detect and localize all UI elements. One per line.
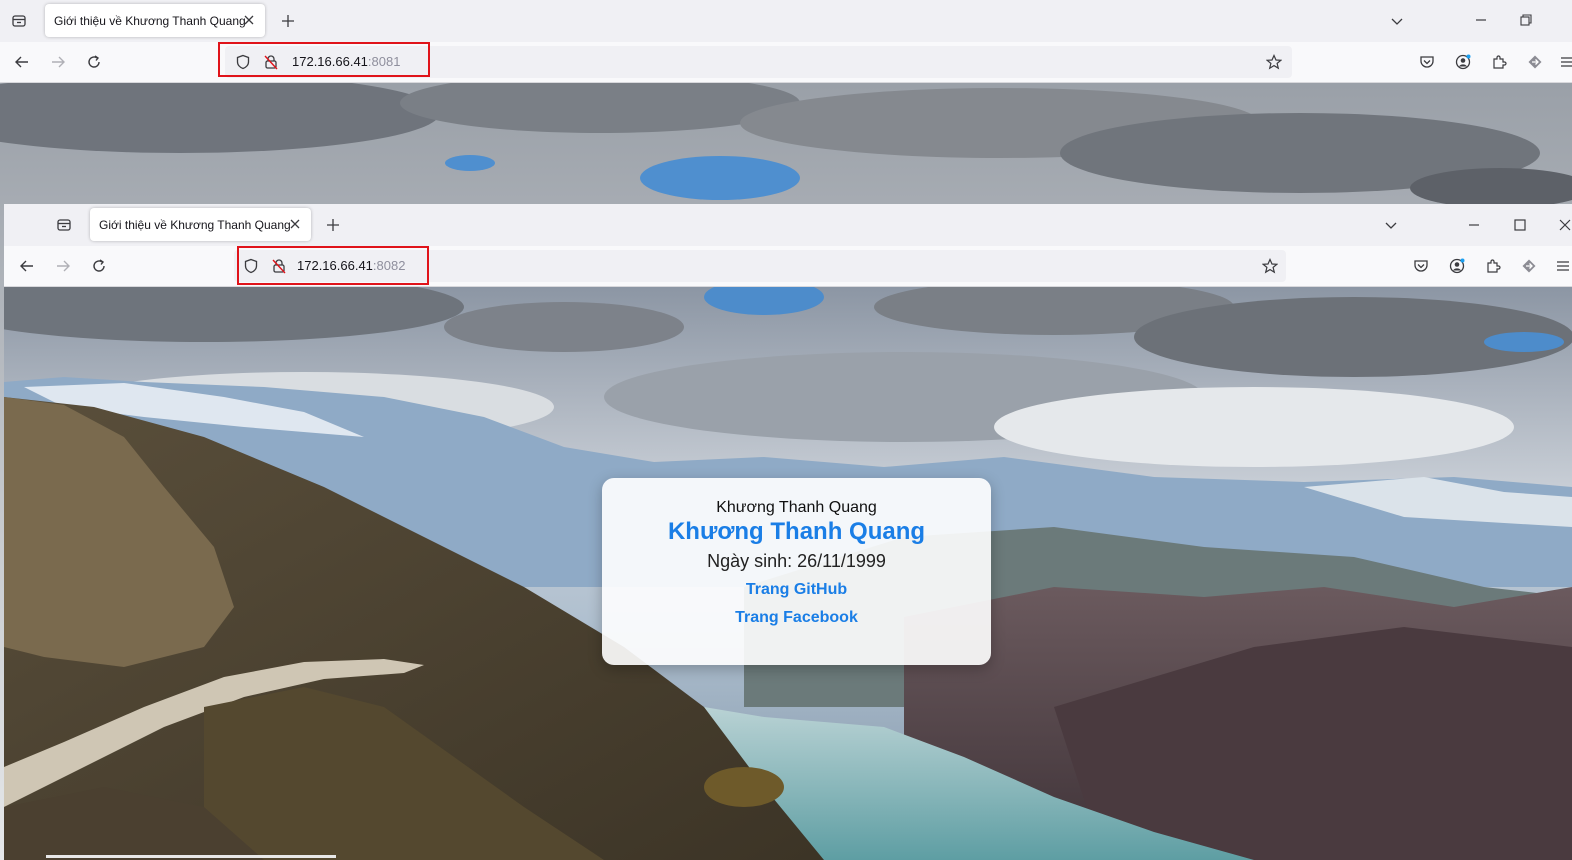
facebook-link[interactable]: Trang Facebook bbox=[735, 609, 858, 626]
maximize-icon[interactable] bbox=[1509, 214, 1531, 236]
bookmark-star-icon[interactable] bbox=[1262, 258, 1278, 274]
shield-icon[interactable] bbox=[235, 54, 251, 70]
menu-icon[interactable] bbox=[1557, 52, 1572, 72]
vpn-icon[interactable] bbox=[1519, 256, 1539, 276]
new-tab-icon[interactable] bbox=[323, 215, 343, 235]
nav-toolbar: 172.16.66.41:8081 bbox=[0, 42, 1572, 83]
url-host: 172.16.66.41 bbox=[292, 54, 368, 69]
nav-toolbar: 172.16.66.41:8082 bbox=[4, 246, 1572, 287]
tab-list-icon[interactable] bbox=[9, 11, 29, 31]
url-bar[interactable]: 172.16.66.41:8082 bbox=[234, 250, 1286, 282]
url-port: :8082 bbox=[372, 258, 406, 273]
close-icon[interactable] bbox=[287, 216, 303, 232]
back-icon[interactable] bbox=[17, 256, 37, 276]
new-tab-icon[interactable] bbox=[278, 11, 298, 31]
list-all-tabs-icon[interactable] bbox=[1387, 11, 1407, 31]
minimize-icon[interactable] bbox=[1470, 9, 1492, 31]
vpn-icon[interactable] bbox=[1525, 52, 1545, 72]
extensions-icon[interactable] bbox=[1483, 256, 1503, 276]
tab-active[interactable]: Giới thiệu về Khương Thanh Quang bbox=[45, 4, 265, 37]
extensions-icon[interactable] bbox=[1489, 52, 1509, 72]
tab-list-icon[interactable] bbox=[54, 215, 74, 235]
tab-strip: Giới thiệu về Khương Thanh Quang bbox=[0, 0, 1572, 42]
tab-title: Giới thiệu về Khương Thanh Quang bbox=[54, 13, 246, 28]
url-text[interactable]: 172.16.66.41:8082 bbox=[297, 258, 405, 273]
url-port: :8081 bbox=[367, 54, 401, 69]
reload-icon[interactable] bbox=[84, 52, 104, 72]
url-bar[interactable]: 172.16.66.41:8081 bbox=[225, 46, 1292, 78]
forward-icon[interactable] bbox=[53, 256, 73, 276]
menu-icon[interactable] bbox=[1553, 256, 1572, 276]
page-content: Khương Thanh Quang Khương Thanh Quang Ng… bbox=[4, 287, 1572, 860]
restore-icon[interactable] bbox=[1515, 9, 1537, 31]
pocket-icon[interactable] bbox=[1411, 256, 1431, 276]
minimize-icon[interactable] bbox=[1463, 214, 1485, 236]
account-icon[interactable] bbox=[1447, 256, 1467, 276]
github-link[interactable]: Trang GitHub bbox=[746, 581, 847, 598]
back-icon[interactable] bbox=[12, 52, 32, 72]
insecure-lock-icon[interactable] bbox=[271, 258, 287, 274]
taskbar-edge bbox=[46, 855, 336, 858]
tab-strip: Giới thiệu về Khương Thanh Quang bbox=[4, 204, 1572, 246]
profile-name-heading: Khương Thanh Quang bbox=[667, 518, 926, 545]
account-icon[interactable] bbox=[1453, 52, 1473, 72]
close-window-icon[interactable] bbox=[1554, 214, 1572, 236]
pocket-icon[interactable] bbox=[1417, 52, 1437, 72]
insecure-lock-icon[interactable] bbox=[263, 54, 279, 70]
reload-icon[interactable] bbox=[89, 256, 109, 276]
tab-active[interactable]: Giới thiệu về Khương Thanh Quang bbox=[90, 208, 311, 241]
github-link-row: Trang GitHub bbox=[602, 581, 991, 599]
list-all-tabs-icon[interactable] bbox=[1381, 215, 1401, 235]
bookmark-star-icon[interactable] bbox=[1266, 54, 1282, 70]
url-text[interactable]: 172.16.66.41:8081 bbox=[292, 54, 400, 69]
facebook-link-row: Trang Facebook bbox=[602, 609, 991, 627]
forward-icon[interactable] bbox=[48, 52, 68, 72]
profile-card: Khương Thanh Quang Khương Thanh Quang Ng… bbox=[602, 478, 991, 665]
shield-icon[interactable] bbox=[243, 258, 259, 274]
tab-title: Giới thiệu về Khương Thanh Quang bbox=[99, 217, 291, 232]
url-host: 172.16.66.41 bbox=[297, 258, 373, 273]
browser-window-8082: Giới thiệu về Khương Thanh Quang 172.16.… bbox=[4, 204, 1572, 860]
close-icon[interactable] bbox=[241, 12, 257, 28]
profile-name-small: Khương Thanh Quang bbox=[716, 499, 877, 516]
date-of-birth: Ngày sinh: 26/11/1999 bbox=[707, 551, 886, 571]
